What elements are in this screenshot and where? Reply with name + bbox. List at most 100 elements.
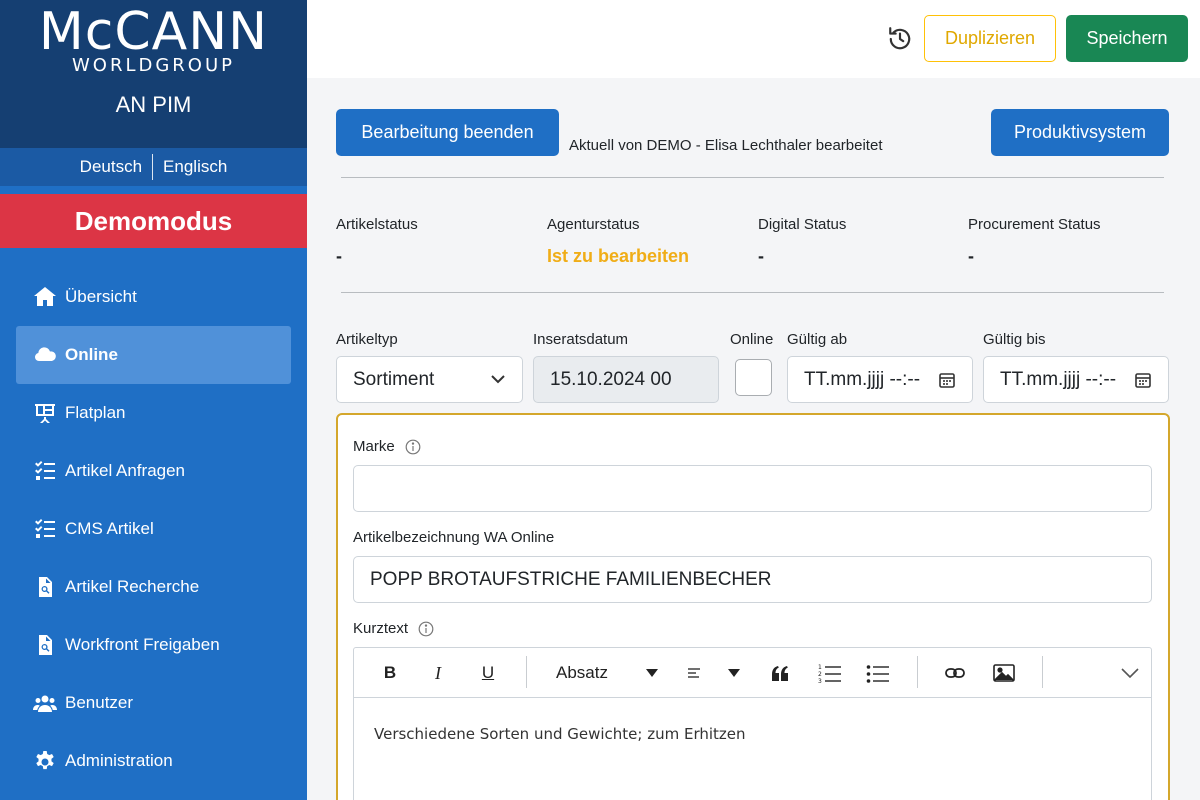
chevron-down-icon xyxy=(1121,668,1139,678)
artikeltyp-select[interactable]: Sortiment xyxy=(336,356,523,403)
image-icon xyxy=(993,664,1015,682)
sidebar-item-flatplan[interactable]: Flatplan xyxy=(16,384,291,442)
gueltig-ab-input[interactable]: TT.mm.jjjj --:-- xyxy=(787,356,973,403)
svg-text:3: 3 xyxy=(818,678,822,683)
brand-header: McCANN WORLDGROUP AN PIM xyxy=(0,0,307,148)
gueltig-bis-input[interactable]: TT.mm.jjjj --:-- xyxy=(983,356,1169,403)
sidebar-item-benutzer[interactable]: Benutzer xyxy=(16,674,291,732)
italic-button[interactable]: I xyxy=(420,658,456,688)
sidebar-item-artikel-anfragen[interactable]: Artikel Anfragen xyxy=(16,442,291,500)
sidebar: McCANN WORLDGROUP AN PIM Deutsch Englisc… xyxy=(0,0,307,800)
language-englisch[interactable]: Englisch xyxy=(163,157,227,177)
artikelstatus-value: - xyxy=(336,246,342,266)
bezeichnung-label: Artikelbezeichnung WA Online xyxy=(353,529,555,546)
sidebar-item-workfront-freigaben[interactable]: Workfront Freigaben xyxy=(16,616,291,674)
sidebar-item-artikel-recherche[interactable]: Artikel Recherche xyxy=(16,558,291,616)
gear-icon xyxy=(32,748,58,774)
toolbar-more-button[interactable] xyxy=(1112,658,1148,688)
production-system-button[interactable]: Produktivsystem xyxy=(991,109,1169,156)
list-check-icon xyxy=(32,458,58,484)
history-icon[interactable] xyxy=(887,26,913,52)
align-left-icon xyxy=(688,668,700,678)
sidebar-nav: Übersicht Online Flatplan Artikel Anfrag… xyxy=(0,248,307,790)
digital-status-value: - xyxy=(758,246,764,266)
alignment-dropdown[interactable] xyxy=(682,658,742,688)
online-label: Online xyxy=(730,331,774,348)
end-editing-button[interactable]: Bearbeitung beenden xyxy=(336,109,559,156)
cloud-icon xyxy=(32,342,58,368)
editor-toolbar: B I U Absatz 123 xyxy=(354,648,1151,698)
online-details-card: Marke Artikelbezeichnung WA Online POPP … xyxy=(336,413,1170,800)
underline-button[interactable]: U xyxy=(470,658,506,688)
main-content: Bearbeitung beenden Aktuell von DEMO - E… xyxy=(307,78,1200,800)
bezeichnung-input[interactable]: POPP BROTAUFSTRICHE FAMILIENBECHER xyxy=(353,556,1152,603)
file-search-icon xyxy=(32,574,58,600)
artikeltyp-label: Artikeltyp xyxy=(336,331,398,348)
gueltig-bis-label: Gültig bis xyxy=(983,331,1046,348)
numbered-list-button[interactable]: 123 xyxy=(812,658,848,688)
sidebar-item-label: Benutzer xyxy=(65,693,134,712)
language-switcher: Deutsch Englisch xyxy=(0,148,307,186)
link-button[interactable] xyxy=(937,658,973,688)
sidebar-item-label: Übersicht xyxy=(65,287,137,306)
sidebar-item-label: CMS Artikel xyxy=(65,519,154,538)
top-bar: Duplizieren Speichern xyxy=(307,0,1200,78)
sidebar-item-label: Flatplan xyxy=(65,403,126,422)
calendar-icon[interactable] xyxy=(1134,371,1152,389)
agenturstatus-value: Ist zu bearbeiten xyxy=(547,246,690,266)
marke-input[interactable] xyxy=(353,465,1152,512)
quote-icon xyxy=(772,666,788,681)
logo-main: McCANN xyxy=(38,2,269,62)
sidebar-item-label: Administration xyxy=(65,751,173,770)
svg-text:2: 2 xyxy=(818,671,822,678)
sidebar-item-label: Artikel Anfragen xyxy=(65,461,186,480)
save-button[interactable]: Speichern xyxy=(1066,15,1188,62)
sidebar-item-administration[interactable]: Administration xyxy=(16,732,291,790)
home-icon xyxy=(32,284,58,310)
online-checkbox[interactable] xyxy=(735,359,772,396)
chevron-down-icon xyxy=(491,375,505,384)
marke-label-row: Marke xyxy=(353,438,421,455)
sidebar-item-label: Workfront Freigaben xyxy=(65,635,220,654)
info-icon[interactable] xyxy=(418,621,434,637)
divider xyxy=(341,177,1164,178)
paragraph-dropdown-label: Absatz xyxy=(556,663,608,682)
language-deutsch[interactable]: Deutsch xyxy=(80,157,142,177)
inseratsdatum-label: Inseratsdatum xyxy=(533,331,629,348)
numbered-list-icon: 123 xyxy=(818,664,841,683)
marke-label: Marke xyxy=(353,438,395,455)
gueltig-ab-label: Gültig ab xyxy=(787,331,848,348)
sidebar-item-online[interactable]: Online xyxy=(16,326,291,384)
paragraph-dropdown[interactable]: Absatz xyxy=(544,658,664,688)
editor-content[interactable]: Verschiedene Sorten und Gewichte; zum Er… xyxy=(354,698,1151,770)
calendar-icon[interactable] xyxy=(938,371,956,389)
kurztext-editor: B I U Absatz 123 Verschiedene Sorten und… xyxy=(353,647,1152,800)
procurement-status-value: - xyxy=(968,246,974,266)
toolbar-separator xyxy=(1042,656,1043,688)
duplicate-button[interactable]: Duplizieren xyxy=(924,15,1056,62)
app-name: AN PIM xyxy=(115,92,192,117)
caret-down-icon xyxy=(728,669,740,677)
bullet-list-icon xyxy=(866,665,889,683)
file-search-icon xyxy=(32,632,58,658)
spacer xyxy=(0,186,307,194)
sidebar-item-uebersicht[interactable]: Übersicht xyxy=(16,268,291,326)
sidebar-item-cms-artikel[interactable]: CMS Artikel xyxy=(16,500,291,558)
gueltig-ab-placeholder: TT.mm.jjjj --:-- xyxy=(804,368,921,390)
editing-info: Aktuell von DEMO - Elisa Lechthaler bear… xyxy=(569,137,883,154)
sidebar-item-label: Artikel Recherche xyxy=(65,577,200,596)
bullet-list-button[interactable] xyxy=(860,658,896,688)
info-icon[interactable] xyxy=(405,439,421,455)
inseratsdatum-field: 15.10.2024 00 xyxy=(533,356,719,403)
blockquote-button[interactable] xyxy=(762,658,798,688)
image-button[interactable] xyxy=(986,658,1022,688)
toolbar-separator xyxy=(917,656,918,688)
list-check-icon xyxy=(32,516,58,542)
demo-mode-banner: Demomodus xyxy=(0,194,307,248)
divider xyxy=(341,292,1164,293)
presentation-icon xyxy=(32,400,58,426)
bold-button[interactable]: B xyxy=(372,658,408,688)
agenturstatus-label: Agenturstatus xyxy=(547,216,640,233)
users-icon xyxy=(32,690,58,716)
procurement-status-label: Procurement Status xyxy=(968,216,1101,233)
